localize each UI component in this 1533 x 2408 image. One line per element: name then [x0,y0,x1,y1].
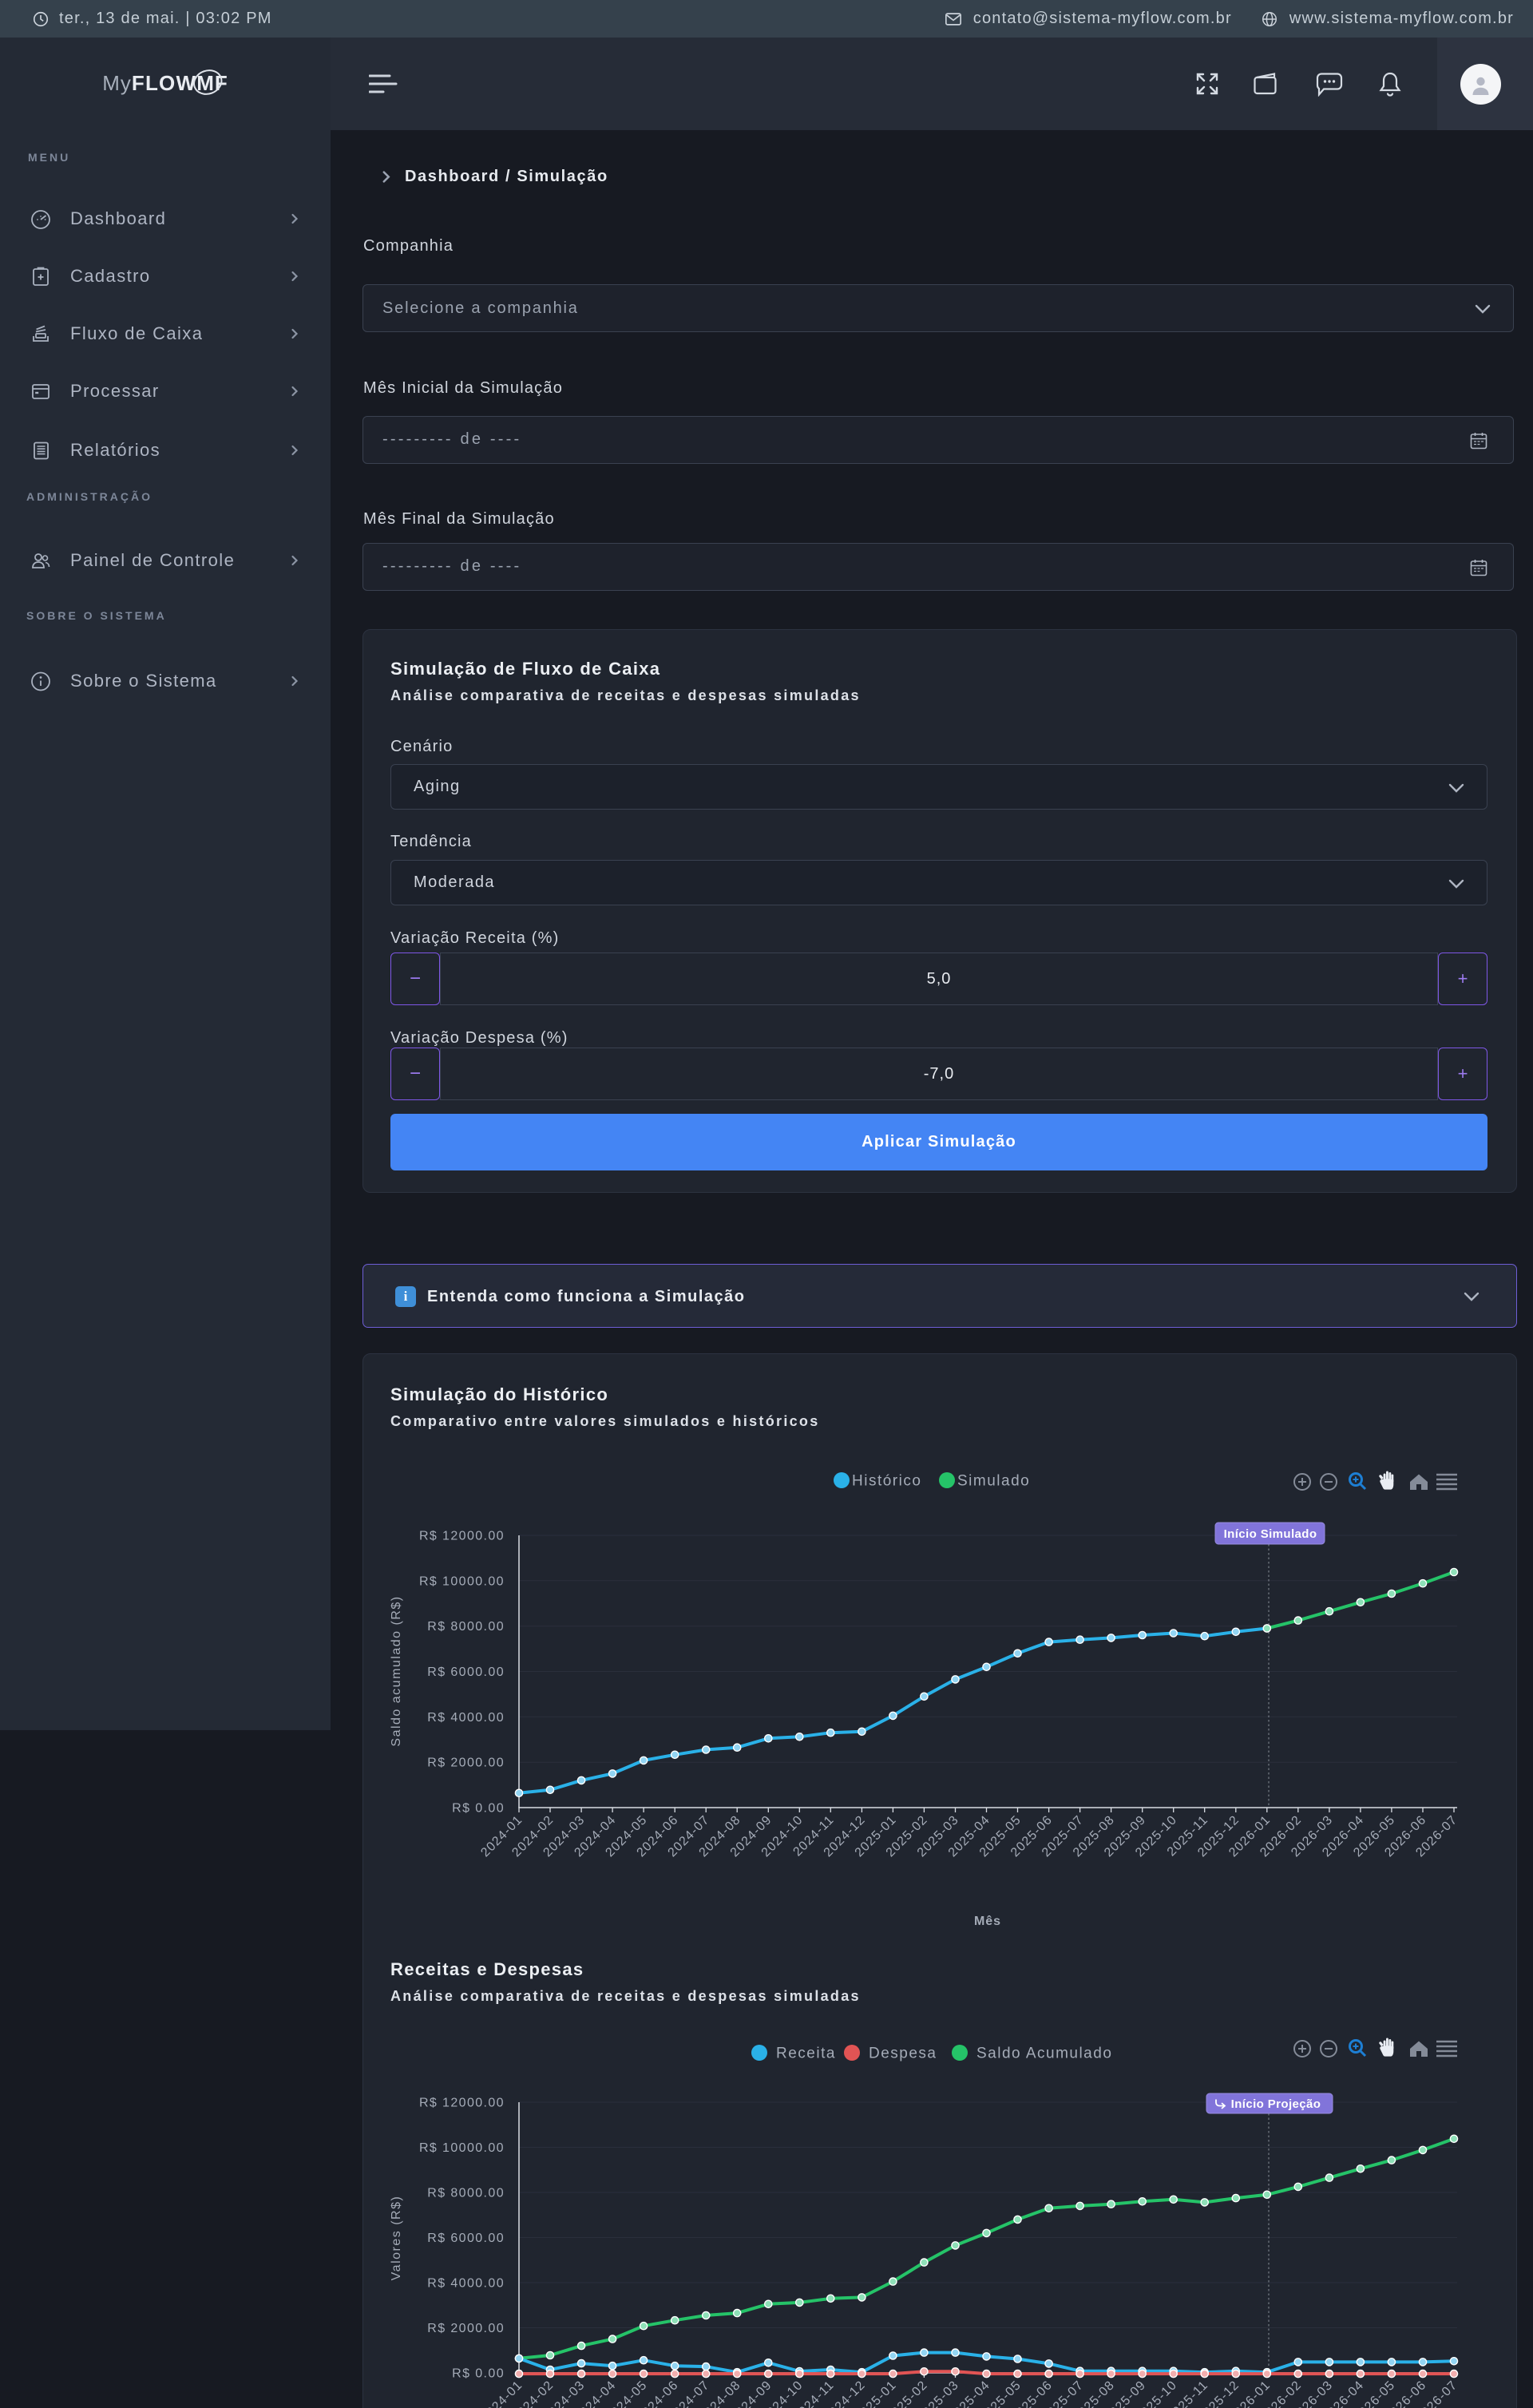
svg-text:Início Projeção: Início Projeção [1231,2097,1321,2111]
svg-text:Saldo acumulado (R$): Saldo acumulado (R$) [390,1595,403,1746]
svg-text:R$ 12000.00: R$ 12000.00 [419,1530,505,1543]
svg-text:R$ 4000.00: R$ 4000.00 [427,2277,505,2291]
svg-text:Início Simulado: Início Simulado [1224,1527,1317,1541]
svg-text:R$ 0.00: R$ 0.00 [452,1802,505,1816]
svg-text:Saldo Acumulado: Saldo Acumulado [976,2046,1112,2062]
svg-text:Mês: Mês [974,1915,1001,1928]
svg-text:R$ 10000.00: R$ 10000.00 [419,2141,505,2155]
svg-text:R$ 12000.00: R$ 12000.00 [419,2097,505,2110]
svg-text:R$ 0.00: R$ 0.00 [452,2367,505,2381]
svg-text:R$ 4000.00: R$ 4000.00 [427,1711,505,1725]
svg-text:Histórico: Histórico [852,1473,921,1490]
svg-text:Simulado: Simulado [957,1473,1030,1490]
svg-text:R$ 2000.00: R$ 2000.00 [427,2322,505,2335]
svg-text:R$ 6000.00: R$ 6000.00 [427,2232,505,2245]
svg-text:R$ 10000.00: R$ 10000.00 [419,1574,505,1588]
svg-text:R$ 8000.00: R$ 8000.00 [427,1620,505,1634]
svg-text:R$ 8000.00: R$ 8000.00 [427,2187,505,2200]
svg-text:R$ 6000.00: R$ 6000.00 [427,1665,505,1679]
svg-text:Receita: Receita [776,2046,836,2062]
svg-text:R$ 2000.00: R$ 2000.00 [427,1756,505,1770]
svg-text:2024-01: 2024-01 [478,2378,525,2408]
svg-text:Valores (R$): Valores (R$) [390,2196,403,2281]
svg-text:Despesa: Despesa [869,2046,937,2062]
